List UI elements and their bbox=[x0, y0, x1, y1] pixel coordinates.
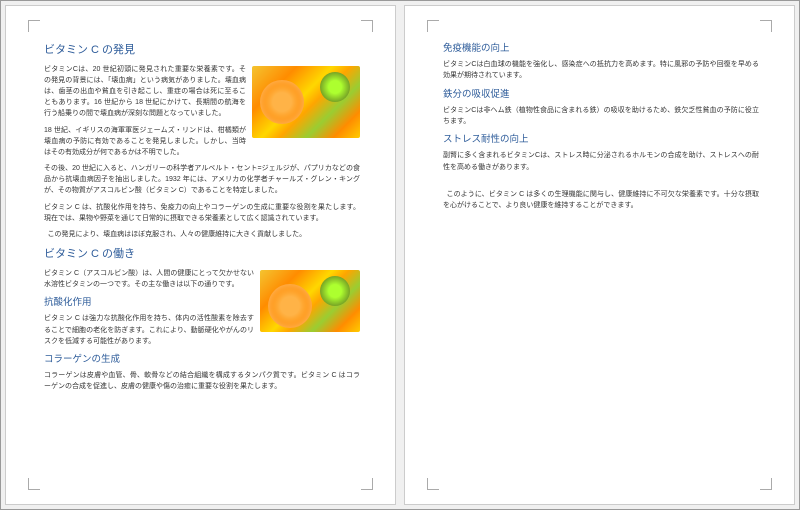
paragraph: コラーゲンは皮膚や血管、骨、軟骨などの結合組織を構成するタンパク質です。ビタミン… bbox=[44, 370, 360, 392]
crop-mark-icon bbox=[427, 20, 439, 32]
crop-mark-icon bbox=[760, 478, 772, 490]
crop-mark-icon bbox=[427, 478, 439, 490]
document-page-1: ビタミン C の発見 ビタミンCは、20 世紀初頭に発見された重要な栄養素です。… bbox=[5, 5, 396, 505]
subheading-collagen: コラーゲンの生成 bbox=[44, 352, 360, 367]
heading-discovery: ビタミン C の発見 bbox=[44, 42, 360, 60]
crop-mark-icon bbox=[28, 478, 40, 490]
orange-slices-image bbox=[260, 270, 360, 332]
citrus-fruit-image bbox=[252, 66, 360, 138]
paragraph: ビタミンCは非ヘム鉄（植物性食品に含まれる鉄）の吸収を助けるため、鉄欠乏性貧血の… bbox=[443, 105, 759, 127]
paragraph: ビタミン C は、抗酸化作用を持ち、免疫力の向上やコラーゲンの生成に重要な役割を… bbox=[44, 202, 360, 224]
paragraph: その後、20 世紀に入ると、ハンガリーの科学者アルベルト・セント=ジェルジが、パ… bbox=[44, 163, 360, 197]
subheading-stress: ストレス耐性の向上 bbox=[443, 132, 759, 147]
crop-mark-icon bbox=[760, 20, 772, 32]
subheading-iron: 鉄分の吸収促進 bbox=[443, 87, 759, 102]
paragraph: 副腎に多く含まれるビタミンCは、ストレス時に分泌されるホルモンの合成を助け、スト… bbox=[443, 150, 759, 172]
crop-mark-icon bbox=[361, 478, 373, 490]
page-content: 免疫機能の向上 ビタミンCは白血球の機能を強化し、感染症への抵抗力を高めます。特… bbox=[443, 41, 759, 211]
heading-function: ビタミン C の働き bbox=[44, 246, 360, 264]
crop-mark-icon bbox=[28, 20, 40, 32]
document-page-2: 免疫機能の向上 ビタミンCは白血球の機能を強化し、感染症への抵抗力を高めます。特… bbox=[404, 5, 795, 505]
paragraph: このように、ビタミン C は多くの生理機能に関与し、健康維持に不可欠な栄養素です… bbox=[443, 189, 759, 211]
crop-mark-icon bbox=[361, 20, 373, 32]
page-content: ビタミン C の発見 ビタミンCは、20 世紀初頭に発見された重要な栄養素です。… bbox=[44, 42, 360, 393]
paragraph: この発見により、壊血病はほぼ克服され、人々の健康維持に大きく貢献しました。 bbox=[44, 229, 360, 240]
subheading-immunity: 免疫機能の向上 bbox=[443, 41, 759, 56]
paragraph: ビタミンCは白血球の機能を強化し、感染症への抵抗力を高めます。特に風邪の予防や回… bbox=[443, 59, 759, 81]
